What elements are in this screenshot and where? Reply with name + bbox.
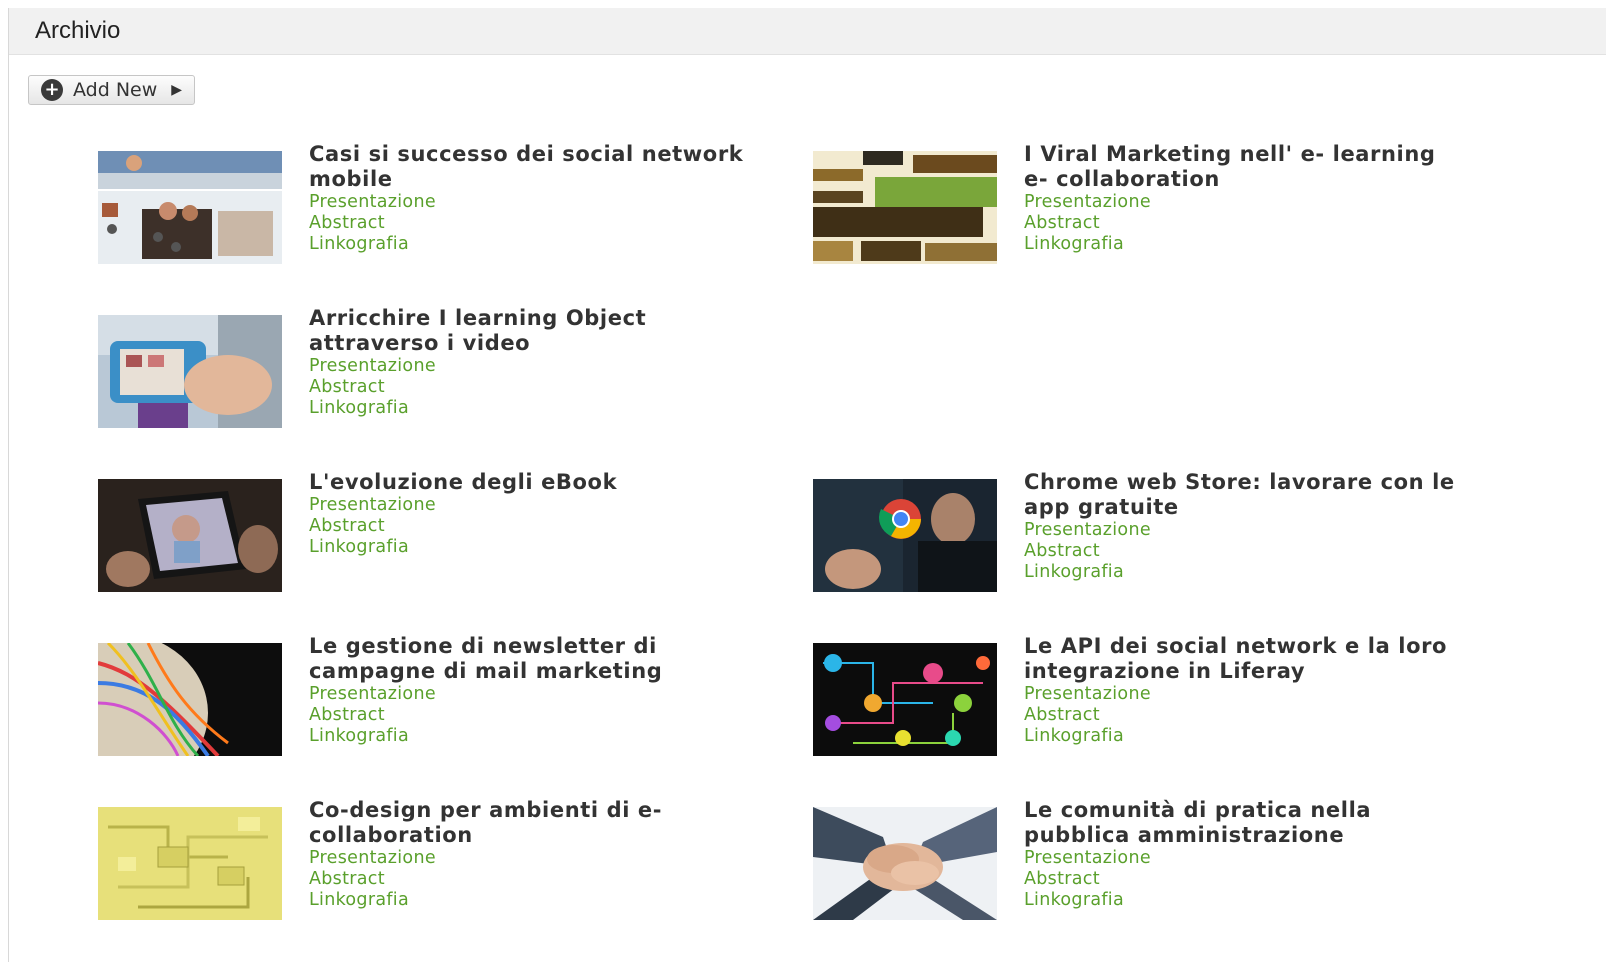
abstract-link[interactable]: Abstract xyxy=(309,377,749,398)
abstract-link[interactable]: Abstract xyxy=(1024,869,1464,890)
item-title[interactable]: L'evoluzione degli eBook xyxy=(309,470,749,495)
linkografia-link[interactable]: Linkografia xyxy=(1024,890,1464,911)
presentazione-link[interactable]: Presentazione xyxy=(309,192,749,213)
abstract-link[interactable]: Abstract xyxy=(309,516,749,537)
item-title[interactable]: Le comunità di pratica nella pubblica am… xyxy=(1024,798,1464,848)
toolbar: + Add New ▶ xyxy=(28,75,196,105)
abstract-link[interactable]: Abstract xyxy=(309,213,749,234)
linkografia-link[interactable]: Linkografia xyxy=(309,890,749,911)
linkografia-link[interactable]: Linkografia xyxy=(1024,234,1464,255)
item-info: Chrome web Store: lavorare con le app gr… xyxy=(1024,470,1464,583)
linkografia-link[interactable]: Linkografia xyxy=(309,726,749,747)
item-title[interactable]: Le API dei social network e la loro inte… xyxy=(1024,634,1464,684)
social-network-mobile-image[interactable] xyxy=(98,151,282,264)
linkografia-link[interactable]: Linkografia xyxy=(1024,726,1464,747)
top-edge xyxy=(0,0,1606,8)
item-info: Casi si successo dei social network mobi… xyxy=(309,142,749,255)
caret-right-icon: ▶ xyxy=(171,82,183,98)
presentazione-link[interactable]: Presentazione xyxy=(1024,520,1464,541)
linkografia-link[interactable]: Linkografia xyxy=(309,537,749,558)
item-info: Le API dei social network e la loro inte… xyxy=(1024,634,1464,747)
abstract-link[interactable]: Abstract xyxy=(1024,705,1464,726)
linkografia-link[interactable]: Linkografia xyxy=(1024,562,1464,583)
presentazione-link[interactable]: Presentazione xyxy=(309,356,749,377)
tablet-ebook-image[interactable] xyxy=(98,479,282,592)
plus-circle-icon: + xyxy=(41,79,63,101)
add-new-label: Add New xyxy=(73,79,158,101)
abstract-link[interactable]: Abstract xyxy=(309,705,749,726)
item-title[interactable]: Arricchire I learning Object attraverso … xyxy=(309,306,749,356)
presentazione-link[interactable]: Presentazione xyxy=(1024,192,1464,213)
item-info: L'evoluzione degli eBook Presentazione A… xyxy=(309,470,749,558)
panel-title: Archivio xyxy=(35,17,121,44)
linkografia-link[interactable]: Linkografia xyxy=(309,398,749,419)
presentazione-link[interactable]: Presentazione xyxy=(309,495,749,516)
presentazione-link[interactable]: Presentazione xyxy=(1024,848,1464,869)
item-title[interactable]: Chrome web Store: lavorare con le app gr… xyxy=(1024,470,1464,520)
presentazione-link[interactable]: Presentazione xyxy=(1024,684,1464,705)
smartphone-video-image[interactable] xyxy=(98,315,282,428)
item-info: Arricchire I learning Object attraverso … xyxy=(309,306,749,419)
item-info: Le comunità di pratica nella pubblica am… xyxy=(1024,798,1464,911)
item-title[interactable]: I Viral Marketing nell' e- learning e- c… xyxy=(1024,142,1464,192)
teamwork-hands-image[interactable] xyxy=(813,807,997,920)
item-info: Co-design per ambienti di e-collaboratio… xyxy=(309,798,749,911)
colored-cables-globe-image[interactable] xyxy=(98,643,282,756)
presentazione-link[interactable]: Presentazione xyxy=(309,684,749,705)
add-new-button[interactable]: + Add New ▶ xyxy=(28,75,196,105)
abstract-link[interactable]: Abstract xyxy=(1024,213,1464,234)
item-title[interactable]: Le gestione di newsletter di campagne di… xyxy=(309,634,749,684)
presentazione-link[interactable]: Presentazione xyxy=(309,848,749,869)
chrome-logo-man-image[interactable] xyxy=(813,479,997,592)
item-info: Le gestione di newsletter di campagne di… xyxy=(309,634,749,747)
item-title[interactable]: Casi si successo dei social network mobi… xyxy=(309,142,749,192)
social-network-icons-image[interactable] xyxy=(813,643,997,756)
abstract-link[interactable]: Abstract xyxy=(1024,541,1464,562)
abstract-link[interactable]: Abstract xyxy=(309,869,749,890)
linkografia-link[interactable]: Linkografia xyxy=(309,234,749,255)
yellow-circuit-image[interactable] xyxy=(98,807,282,920)
item-title[interactable]: Co-design per ambienti di e-collaboratio… xyxy=(309,798,749,848)
viral-marketing-word-cloud-image[interactable] xyxy=(813,151,997,264)
panel-header: Archivio xyxy=(9,8,1606,55)
item-info: I Viral Marketing nell' e- learning e- c… xyxy=(1024,142,1464,255)
